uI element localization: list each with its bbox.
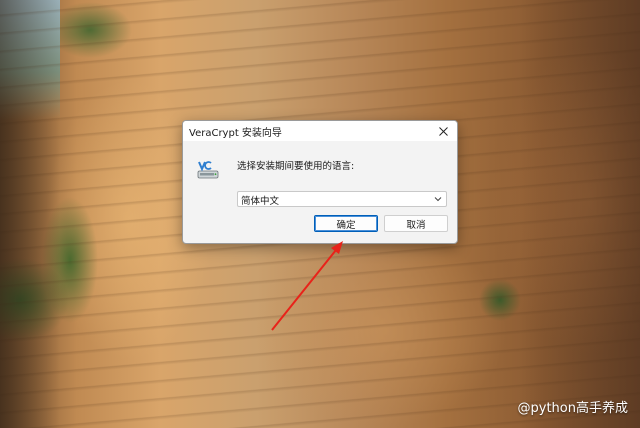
close-icon xyxy=(438,126,448,136)
dialog-title: VeraCrypt 安装向导 xyxy=(189,128,282,139)
chevron-down-icon xyxy=(434,197,442,202)
close-button[interactable] xyxy=(433,122,453,140)
language-prompt: 选择安装期间要使用的语言: xyxy=(237,161,355,172)
language-dialog: VeraCrypt 安装向导 选择安装期间要使用的语言: 简体中文 确定 取消 xyxy=(182,120,458,244)
wallpaper-shadow-left xyxy=(0,0,60,428)
cancel-button[interactable]: 取消 xyxy=(384,215,448,232)
watermark-text: @python高手养成 xyxy=(517,401,628,416)
veracrypt-installer-icon xyxy=(197,161,219,179)
dialog-titlebar: VeraCrypt 安装向导 xyxy=(183,121,457,141)
language-selected-value: 简体中文 xyxy=(241,196,280,207)
language-select[interactable]: 简体中文 xyxy=(237,191,447,207)
wallpaper-shadow-right xyxy=(520,0,640,428)
ok-button[interactable]: 确定 xyxy=(314,215,378,232)
